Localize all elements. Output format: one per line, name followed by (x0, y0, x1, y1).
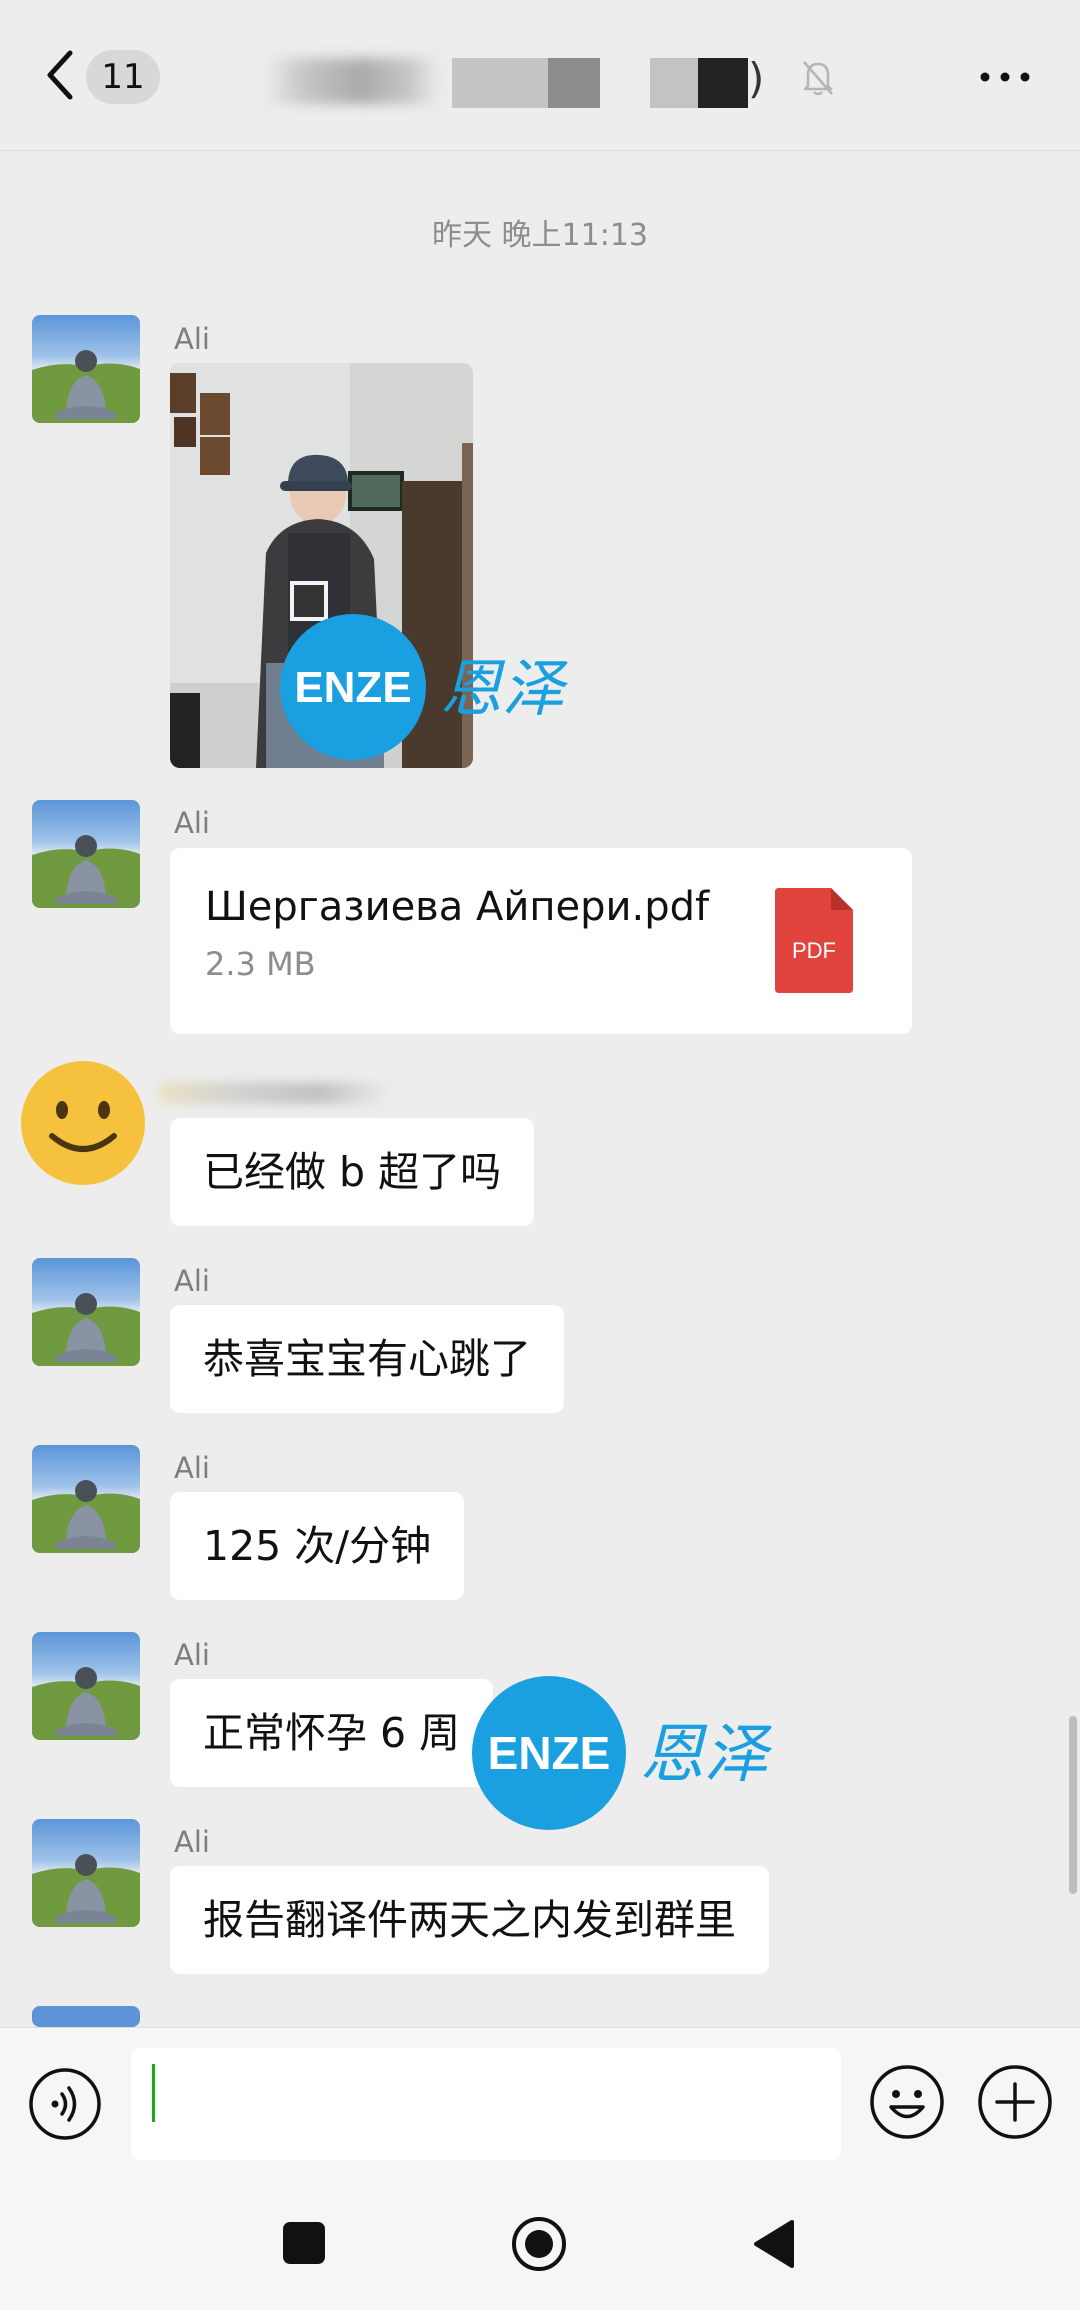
more-dots-icon[interactable] (975, 62, 1035, 92)
avatar-ali[interactable] (32, 800, 140, 908)
home-circle-icon[interactable] (511, 2216, 567, 2272)
system-nav-bar (0, 2180, 1080, 2310)
enze-watermark: ENZE 恩泽 (280, 614, 569, 760)
bell-off-icon (803, 61, 833, 96)
file-type-label: PDF (792, 938, 836, 963)
message-input[interactable] (131, 2048, 841, 2160)
avatar-ali[interactable] (32, 1258, 140, 1366)
title-redacted-segment (698, 58, 748, 108)
unread-count-badge[interactable]: 11 (86, 50, 160, 104)
input-bar (0, 2027, 1080, 2181)
chevron-left-icon[interactable] (40, 45, 84, 105)
avatar-person-silhouette (32, 350, 140, 423)
avatar-ali[interactable] (32, 2006, 140, 2027)
sender-name: Ali (174, 1638, 210, 1672)
plus-icon[interactable] (977, 2064, 1053, 2140)
sender-name: Ali (174, 322, 210, 356)
avatar-ali[interactable] (32, 315, 140, 423)
sender-name: Ali (174, 1825, 210, 1859)
file-message-card[interactable]: Шергазиева Айпери.pdf 2.3 MB PDF (170, 848, 912, 1034)
smiley-avatar-icon[interactable] (18, 1058, 148, 1188)
avatar-person-silhouette (32, 1480, 140, 1553)
enze-watermark: ENZE 恩泽 (472, 1676, 773, 1830)
emoji-icon[interactable] (869, 2064, 945, 2140)
avatar-person-silhouette (32, 1667, 140, 1740)
message-bubble[interactable]: 已经做 b 超了吗 (170, 1118, 535, 1226)
title-redacted-segment (452, 58, 548, 108)
avatar-person-silhouette (32, 1854, 140, 1927)
chat-title-suffix: ) (748, 54, 765, 103)
avatar-ali[interactable] (32, 1632, 140, 1740)
avatar-person-silhouette (32, 2006, 140, 2027)
title-redacted-segment (265, 58, 440, 104)
sender-name: Ali (174, 806, 210, 840)
sender-name: Ali (174, 1264, 210, 1298)
sender-name: Ali (174, 1451, 210, 1485)
message-bubble[interactable]: 报告翻译件两天之内发到群里 (170, 1866, 769, 1974)
avatar-ali[interactable] (32, 1445, 140, 1553)
message-timestamp: 昨天 晚上11:13 (432, 218, 648, 253)
title-redacted-segment (548, 58, 600, 108)
message-bubble[interactable]: 恭喜宝宝有心跳了 (170, 1305, 564, 1413)
avatar-person-silhouette (32, 835, 140, 908)
voice-icon[interactable] (28, 2067, 102, 2141)
avatar-ali[interactable] (32, 1819, 140, 1927)
message-bubble[interactable]: 125 次/分钟 (170, 1492, 465, 1600)
watermark-text: 恩泽 (440, 652, 569, 725)
chat-screen: 11 ) 昨天 晚上11:13 Ali ENZE 恩泽 Ali Шергазие… (0, 0, 1080, 2310)
watermark-badge-text: ENZE (294, 663, 411, 712)
avatar-person-silhouette (32, 1293, 140, 1366)
watermark-text: 恩泽 (640, 1718, 773, 1792)
chat-header: 11 ) (0, 0, 1080, 151)
text-caret (152, 2064, 155, 2122)
pdf-icon: PDF (775, 888, 853, 993)
recents-square-icon[interactable] (283, 2222, 325, 2264)
watermark-badge-text: ENZE (488, 1727, 611, 1779)
file-size: 2.3 MB (205, 945, 316, 983)
scrollbar[interactable] (1069, 1716, 1077, 1894)
title-redacted-segment (650, 58, 698, 108)
file-name: Шергазиева Айпери.pdf (205, 884, 710, 930)
sender-name-redacted (158, 1082, 390, 1104)
message-bubble[interactable]: 正常怀孕 6 周 (170, 1679, 494, 1787)
back-triangle-icon[interactable] (752, 2218, 796, 2270)
